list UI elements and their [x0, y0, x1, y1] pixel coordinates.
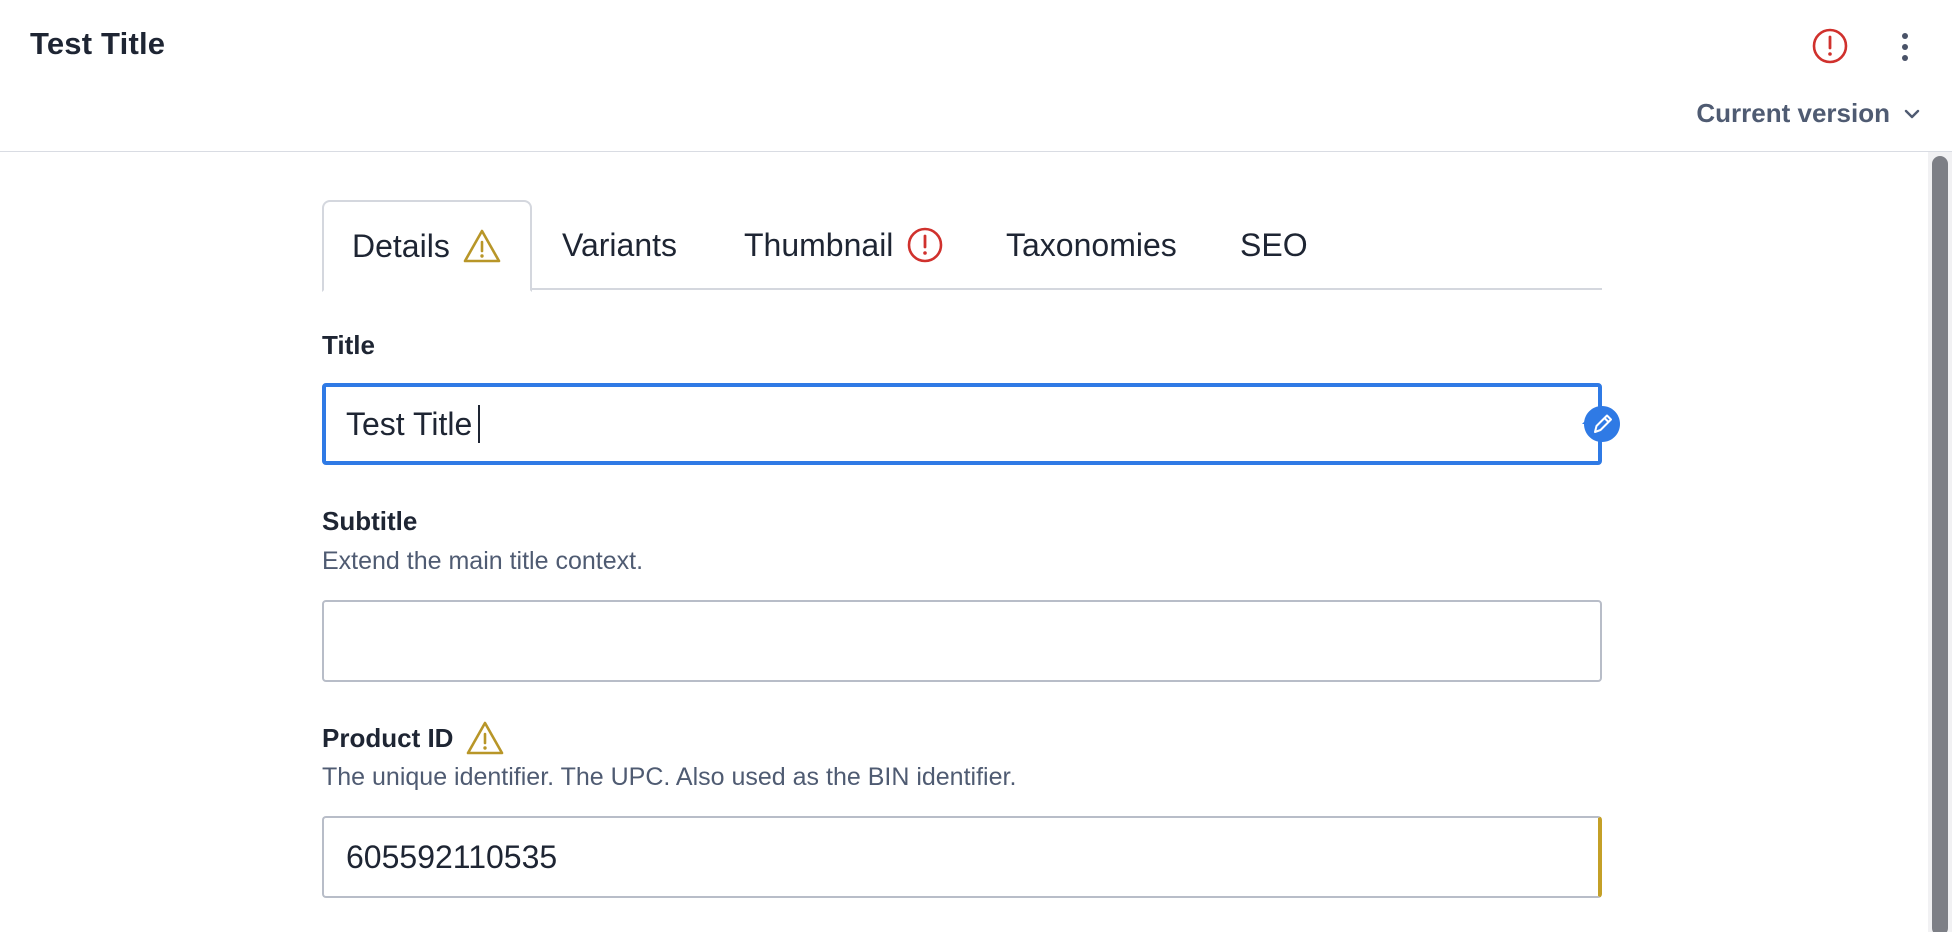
- alert-circle-icon: [1812, 28, 1848, 64]
- version-selector[interactable]: Current version: [1696, 98, 1922, 129]
- product-id-label-text: Product ID: [322, 722, 454, 753]
- document-header: Test Title Current version: [0, 0, 1952, 152]
- title-input[interactable]: [322, 383, 1602, 465]
- alert-circle-icon: [908, 227, 943, 263]
- tab-variants[interactable]: Variants: [562, 200, 677, 290]
- tab-thumbnail[interactable]: Thumbnail: [744, 200, 945, 290]
- tab-label: Details: [352, 227, 450, 264]
- scrollbar-thumb[interactable]: [1932, 156, 1948, 932]
- tab-details[interactable]: Details: [322, 200, 532, 292]
- tab-label: Thumbnail: [744, 226, 894, 263]
- tab-seo[interactable]: SEO: [1240, 200, 1308, 290]
- more-options-button[interactable]: [1890, 27, 1920, 67]
- subtitle-field-label: Subtitle: [322, 506, 418, 536]
- title-field-label: Title: [322, 330, 375, 360]
- tab-taxonomies[interactable]: Taxonomies: [1006, 200, 1177, 290]
- scrollbar[interactable]: [1928, 152, 1952, 932]
- kebab-menu-icon: [1902, 33, 1908, 39]
- product-id-input[interactable]: [322, 816, 1602, 898]
- edit-title-button[interactable]: [1582, 404, 1622, 444]
- warning-triangle-icon: [467, 721, 504, 755]
- validation-alert-button[interactable]: [1811, 27, 1849, 65]
- tab-bar: Details Variants Thumbnail Taxonomies SE…: [322, 200, 1602, 292]
- tab-label: Taxonomies: [1006, 226, 1177, 263]
- warning-triangle-icon: [463, 229, 501, 263]
- text-caret: [478, 405, 480, 443]
- version-label: Current version: [1696, 98, 1890, 128]
- chevron-down-icon: [1904, 109, 1920, 118]
- subtitle-input[interactable]: [322, 600, 1602, 682]
- subtitle-field-description: Extend the main title context.: [322, 547, 644, 575]
- document-title: Test Title: [30, 26, 166, 61]
- product-id-field-label: Product ID: [322, 718, 505, 758]
- pencil-icon: [1582, 406, 1620, 442]
- tab-label: Variants: [562, 226, 678, 263]
- tab-label: SEO: [1240, 226, 1308, 263]
- product-id-field-description: The unique identifier. The UPC. Also use…: [322, 763, 1017, 791]
